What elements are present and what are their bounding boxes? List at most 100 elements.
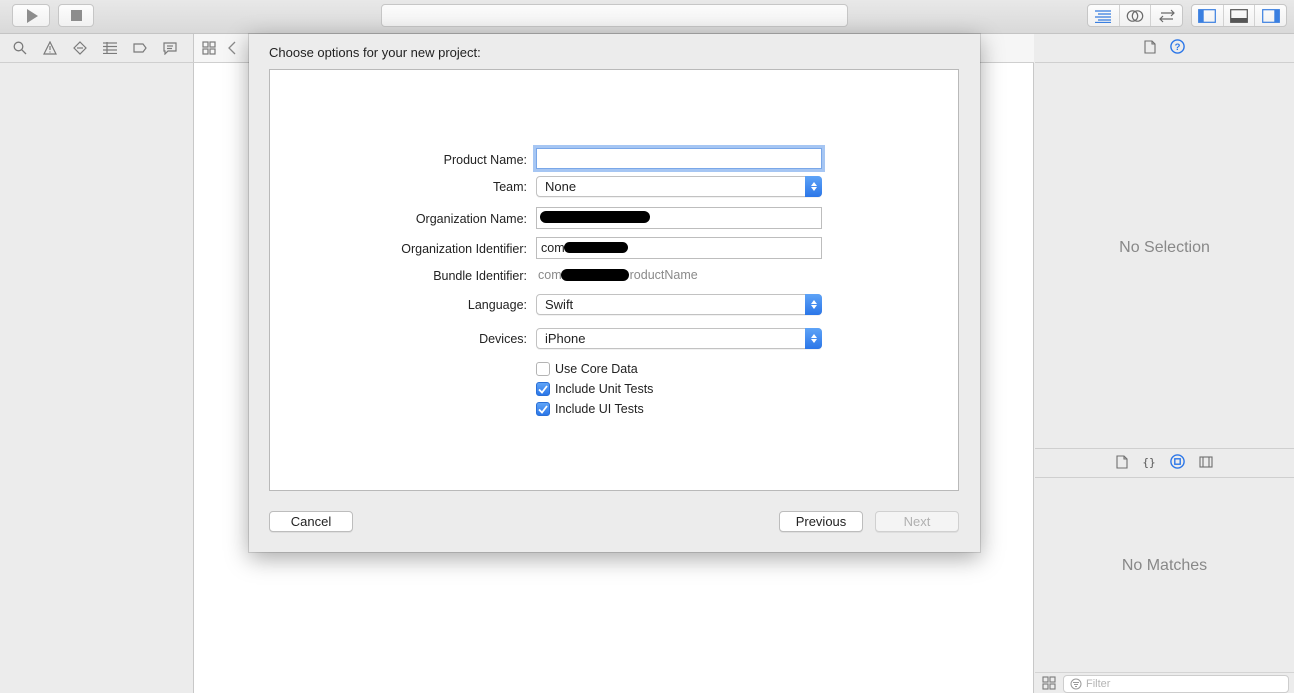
run-icon bbox=[27, 8, 38, 23]
toolbar bbox=[0, 0, 1294, 34]
chevron-left-icon bbox=[228, 41, 236, 55]
utilities-toggle-button[interactable] bbox=[1255, 5, 1286, 26]
include-unit-tests-label: Include Unit Tests bbox=[555, 382, 654, 396]
language-popup[interactable]: Swift bbox=[536, 294, 822, 315]
utilities-pane: ? No Selection {} No Matches bbox=[1035, 34, 1294, 693]
product-name-label: Product Name: bbox=[443, 153, 527, 167]
breakpoint-icon bbox=[73, 41, 87, 55]
team-value: None bbox=[545, 179, 577, 194]
language-label: Language: bbox=[467, 298, 527, 312]
find-navigator-tab[interactable] bbox=[5, 34, 35, 63]
no-matches-label: No Matches bbox=[1121, 557, 1208, 574]
object-library-icon bbox=[1170, 454, 1185, 469]
bundle-identifier-prefix: com bbox=[538, 268, 562, 282]
warning-icon bbox=[43, 41, 57, 55]
code-snippet-library-tab[interactable]: {} bbox=[1142, 455, 1156, 472]
search-icon bbox=[13, 41, 27, 55]
cancel-button[interactable]: Cancel bbox=[269, 511, 353, 532]
previous-button[interactable]: Previous bbox=[779, 511, 863, 532]
help-icon: ? bbox=[1170, 39, 1185, 54]
assistant-editor-icon bbox=[1126, 9, 1144, 22]
editor-mode-control bbox=[1087, 4, 1183, 27]
navigator-tab-bar bbox=[0, 34, 194, 63]
navigator-toggle-button[interactable] bbox=[1192, 5, 1224, 26]
issue-navigator-tab[interactable] bbox=[35, 34, 65, 63]
filter-field bbox=[1063, 675, 1289, 693]
svg-text:{}: {} bbox=[1142, 456, 1155, 469]
devices-value: iPhone bbox=[545, 331, 586, 346]
organization-identifier-label: Organization Identifier: bbox=[401, 242, 527, 256]
test-navigator-tab[interactable] bbox=[65, 34, 95, 63]
team-label: Team: bbox=[492, 180, 527, 194]
standard-editor-button[interactable] bbox=[1088, 5, 1120, 26]
redaction-mark bbox=[564, 242, 628, 253]
library-filter-bar bbox=[1035, 672, 1294, 693]
media-library-icon bbox=[1199, 455, 1213, 468]
navigator-pane bbox=[0, 34, 194, 693]
grid-icon bbox=[1042, 676, 1056, 690]
navigator-panel-icon bbox=[1198, 8, 1217, 23]
debug-toggle-button[interactable] bbox=[1224, 5, 1256, 26]
file-template-icon bbox=[1116, 454, 1128, 469]
activity-view bbox=[381, 4, 848, 27]
debug-navigator-tab[interactable] bbox=[95, 34, 125, 63]
tag-icon bbox=[133, 43, 147, 53]
file-icon bbox=[1144, 39, 1156, 54]
library-tab-bar: {} bbox=[1035, 448, 1294, 478]
run-button[interactable] bbox=[12, 4, 50, 27]
use-core-data-checkbox[interactable]: Use Core Data bbox=[536, 362, 638, 376]
media-library-tab[interactable] bbox=[1199, 455, 1213, 471]
project-options-panel: Product Name: Team: None Organization Na… bbox=[269, 69, 959, 491]
back-button[interactable] bbox=[228, 41, 236, 58]
bundle-identifier-label: Bundle Identifier: bbox=[433, 269, 527, 283]
filter-input[interactable] bbox=[1086, 678, 1276, 690]
file-inspector-tab[interactable] bbox=[1144, 39, 1156, 57]
version-editor-button[interactable] bbox=[1151, 5, 1182, 26]
panels-control bbox=[1191, 4, 1287, 27]
language-value: Swift bbox=[545, 297, 574, 312]
grid-view-toggle[interactable] bbox=[1042, 676, 1056, 690]
inspector-tab-bar: ? bbox=[1035, 34, 1294, 63]
bundle-identifier-suffix: roductName bbox=[629, 268, 698, 282]
next-button[interactable]: Next bbox=[875, 511, 959, 532]
include-ui-tests-checkbox[interactable]: Include UI Tests bbox=[536, 402, 644, 416]
object-library-tab[interactable] bbox=[1170, 454, 1185, 472]
include-ui-tests-label: Include UI Tests bbox=[555, 402, 644, 416]
redaction-mark bbox=[561, 269, 629, 281]
checkbox-box bbox=[536, 362, 550, 376]
new-project-sheet: Choose options for your new project: Pro… bbox=[249, 34, 980, 552]
svg-text:?: ? bbox=[1175, 42, 1181, 53]
code-snippet-icon: {} bbox=[1142, 456, 1155, 469]
breakpoint-navigator-tab[interactable] bbox=[125, 34, 155, 63]
redaction-mark bbox=[540, 211, 650, 223]
team-popup[interactable]: None bbox=[536, 176, 822, 197]
no-selection-label: No Selection bbox=[1119, 239, 1210, 256]
filter-icon bbox=[1070, 678, 1082, 690]
product-name-input[interactable] bbox=[536, 148, 822, 169]
version-editor-icon bbox=[1158, 9, 1175, 22]
file-template-library-tab[interactable] bbox=[1116, 454, 1128, 472]
sheet-title: Choose options for your new project: bbox=[269, 45, 481, 60]
message-icon bbox=[163, 41, 177, 55]
use-core-data-label: Use Core Data bbox=[555, 362, 638, 376]
stop-button[interactable] bbox=[58, 4, 94, 27]
grid-icon bbox=[202, 41, 216, 55]
stop-icon bbox=[70, 10, 82, 21]
report-navigator-tab[interactable] bbox=[155, 34, 185, 63]
checkmark-icon bbox=[536, 402, 550, 416]
utilities-panel-icon bbox=[1261, 8, 1280, 23]
chevron-updown-icon bbox=[805, 176, 822, 197]
list-icon bbox=[103, 42, 117, 54]
standard-editor-icon bbox=[1095, 9, 1112, 23]
assistant-editor-button[interactable] bbox=[1120, 5, 1152, 26]
related-items-button[interactable] bbox=[202, 41, 216, 58]
checkmark-icon bbox=[536, 382, 550, 396]
devices-label: Devices: bbox=[479, 332, 527, 346]
quick-help-tab[interactable]: ? bbox=[1170, 39, 1185, 57]
devices-popup[interactable]: iPhone bbox=[536, 328, 822, 349]
organization-name-label: Organization Name: bbox=[415, 212, 527, 226]
debug-panel-icon bbox=[1230, 8, 1248, 23]
include-unit-tests-checkbox[interactable]: Include Unit Tests bbox=[536, 382, 653, 396]
chevron-updown-icon bbox=[805, 294, 822, 315]
chevron-updown-icon bbox=[805, 328, 822, 349]
